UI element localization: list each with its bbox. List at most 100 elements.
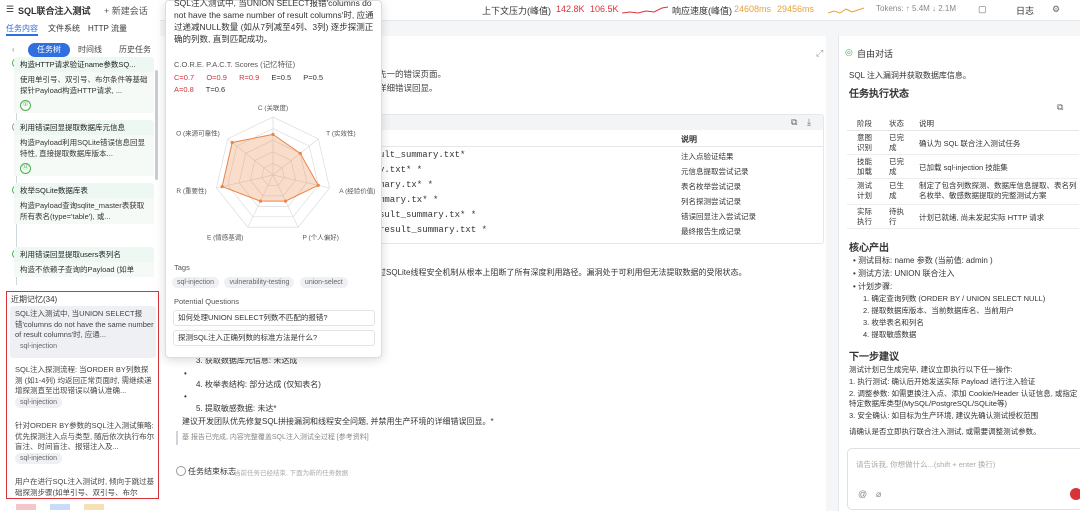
table-cell-file: result_summary.txt * bbox=[379, 225, 488, 235]
radar-label: P (个人偏好) bbox=[303, 232, 339, 241]
menu-icon[interactable]: ☰ bbox=[6, 4, 14, 15]
tag: sql-injection bbox=[172, 277, 219, 288]
radar-chart: C (关联度) T (实效性) A (经验价值) P (个人偏好) E (情感基调) R … bbox=[176, 103, 375, 241]
pill-history[interactable]: 历史任务 bbox=[112, 43, 158, 57]
settings-icon[interactable]: ⚙ bbox=[1052, 4, 1060, 15]
memory-item-text: 用户在进行SQL注入测试时, 倾向于跳过基础探测步骤(如单引号、双引号、布尔 bbox=[15, 477, 155, 497]
table-row: mary.tx* * 表名枚举尝试记录 bbox=[379, 178, 823, 193]
plan-step: 4. 提取敏感数据 bbox=[863, 330, 917, 339]
task-card-body: 构造Payload利用SQLite错误信息回显特性, 直接提取数据库版本... bbox=[14, 135, 154, 161]
table-row: y.txt* * 元信息提取尝试记录 bbox=[379, 163, 823, 178]
next-intro: 测试计划已生成完毕, 建议立即执行以下任一操作: bbox=[849, 365, 1013, 374]
tab-http-traffic[interactable]: HTTP 流量 bbox=[88, 23, 127, 34]
pressure-value-b: 106.5K bbox=[590, 4, 619, 14]
tags-row: sql-injection vulnerability-testing unio… bbox=[172, 276, 377, 288]
plan-step: 3. 枚举表名和列名 bbox=[863, 318, 924, 327]
table-cell-desc: 注入点验证结果 bbox=[681, 152, 734, 161]
reference-note: 基 报告已完成, 内容完整覆盖SQL注入测试全过程 [参考资料] bbox=[176, 431, 822, 445]
pill-timeline[interactable]: 时间线 bbox=[72, 43, 108, 57]
memory-detail-popup: SQL注入测试中, 当UNION SELECT报错'columns do not… bbox=[165, 0, 382, 358]
radar-label: R (重要性) bbox=[176, 186, 206, 195]
tree-scrollbar[interactable] bbox=[155, 70, 158, 180]
status-desc: 确认为 SQL 联合注入测试任务 bbox=[919, 139, 1021, 148]
attach-icon[interactable]: ⌀ bbox=[876, 489, 881, 500]
file-table: ⧉ ⤓ 说明 ult_summary.txt* 注入点验证结果 y.txt* * 元… bbox=[378, 114, 824, 244]
session-title: SQL联合注入测试 bbox=[18, 6, 91, 16]
color-strip bbox=[10, 500, 150, 511]
recent-memory-panel: 近期记忆(34) SQL注入测试中, 当UNION SELECT报错'colum… bbox=[6, 291, 159, 499]
task-card[interactable]: 利用错误回显提取数据库元信息 构造Payload利用SQLite错误信息回显特性… bbox=[14, 120, 154, 176]
table-cell-file: sult_summary.tx* * bbox=[379, 210, 477, 220]
status-stage: 测试计划 bbox=[857, 181, 872, 200]
plan-step: 2. 提取数据库版本、当前数据库名、当前用户 bbox=[863, 306, 1014, 315]
question-item[interactable]: 如何处理UNION SELECT列数不匹配的报错? bbox=[173, 310, 375, 326]
radar-point bbox=[258, 199, 263, 203]
tab-file-system[interactable]: 文件系统 bbox=[48, 23, 80, 34]
score-value: C=0.7 bbox=[174, 73, 195, 82]
memory-item[interactable]: 针对ORDER BY参数的SQL注入测试策略: 优先探测注入点与类型, 随后依次… bbox=[15, 421, 155, 464]
task-card[interactable]: 利用错误回显提取users表列名 构造不依赖子查询的Payload (如单 bbox=[14, 247, 154, 277]
output-item: • 测试目标: name 参数 (当前值: admin ) bbox=[853, 256, 993, 265]
chat-icon[interactable]: ▢ bbox=[978, 4, 987, 15]
status-state: 已完成 bbox=[889, 157, 904, 176]
task-card-title: 利用错误回显提取数据库元信息 bbox=[20, 123, 125, 132]
chat-input-placeholder: 请告诉我, 你想做什么...(shift + enter 换行) bbox=[856, 460, 996, 469]
table-row: ult_summary.txt* 注入点验证结果 bbox=[379, 148, 823, 163]
table-cell-file: mmary.tx* * bbox=[379, 195, 439, 205]
send-icon[interactable] bbox=[1070, 488, 1080, 500]
copy-icon[interactable]: ⧉ bbox=[1057, 102, 1063, 113]
chat-input-box[interactable]: 请告诉我, 你想做什么...(shift + enter 换行) @ ⌀ bbox=[847, 448, 1080, 510]
speed-label: 响应速度(峰值) bbox=[672, 6, 732, 16]
status-header-row: 阶段 状态 说明 bbox=[847, 116, 1079, 131]
task-card-count: ① bbox=[20, 100, 31, 111]
table-row: result_summary.txt * 最终报告生成记录 bbox=[379, 223, 823, 238]
next-item: 2. 调整参数: 如需更换注入点、添加 Cookie/Header 认证信息, … bbox=[849, 389, 1078, 408]
chat-title: 自由对话 bbox=[857, 49, 894, 59]
table-cell-desc: 表名枚举尝试记录 bbox=[681, 182, 741, 191]
status-row: 技能加载 已完成 已加载 sql-injection 技能集 bbox=[847, 156, 1079, 179]
table-cell-desc: 最终报告生成记录 bbox=[681, 227, 741, 236]
status-state: 待执行 bbox=[889, 207, 904, 226]
task-card[interactable]: 枚举SQLite数据库表 构造Payload查询sqlite_master表获取… bbox=[14, 183, 154, 224]
pill-task-tree[interactable]: 任务树 bbox=[28, 43, 70, 57]
content-line: 先一的错误页面。 bbox=[378, 69, 447, 79]
memory-tag: sql-injection bbox=[15, 396, 62, 408]
memory-item[interactable]: SQL注入探测流程: 当ORDER BY列数探测 (如1-4列) 均返回正常页面… bbox=[15, 365, 155, 408]
next-item: 1. 执行测试: 确认后开始发送实际 Payload 进行注入验证 bbox=[849, 377, 1036, 386]
bullet: • bbox=[184, 369, 187, 378]
task-card[interactable]: 构造HTTP请求验证name参数SQ... 使用单引号、双引号、布尔条件等基础探… bbox=[14, 57, 154, 113]
memory-tag: sql-injection bbox=[15, 340, 62, 352]
collapse-icon[interactable]: ‹ bbox=[12, 45, 15, 54]
table-toolbar bbox=[379, 115, 823, 130]
status-desc: 已加载 sql-injection 技能集 bbox=[919, 163, 1008, 172]
scores-list: C=0.7 O=0.9 R=0.9 E=0.5 P=0.5 A=0.8 T=0.… bbox=[174, 72, 374, 96]
tag: vulnerability-testing bbox=[224, 277, 295, 288]
status-header: 说明 bbox=[919, 119, 934, 128]
status-header: 阶段 bbox=[857, 119, 872, 128]
memory-item[interactable]: 用户在进行SQL注入测试时, 倾向于跳过基础探测步骤(如单引号、双引号、布尔 bbox=[15, 477, 155, 498]
tab-task-content[interactable]: 任务内容 bbox=[6, 23, 38, 36]
download-icon[interactable]: ⤓ bbox=[807, 117, 811, 128]
memory-item[interactable]: SQL注入测试中, 当UNION SELECT报错'columns do not… bbox=[15, 309, 155, 352]
end-marker-icon bbox=[176, 466, 186, 476]
scores-title: C.O.R.E. P.A.C.T. Scores (记忆特征) bbox=[174, 60, 296, 69]
pressure-sparkline bbox=[622, 6, 668, 14]
log-button[interactable]: 日志 bbox=[1016, 4, 1034, 17]
question-item[interactable]: 探测SQL注入正确列数的标准方法是什么? bbox=[173, 330, 375, 346]
task-card-body: 使用单引号、双引号、布尔条件等基础探针Payload构造HTTP请求, ... bbox=[14, 72, 154, 98]
table-header-desc: 说明 bbox=[681, 135, 697, 144]
score-value: O=0.9 bbox=[206, 73, 227, 82]
table-cell-file: mary.tx* * bbox=[379, 180, 434, 190]
new-session-button[interactable]: + 新建会话 bbox=[104, 4, 148, 17]
copy-icon[interactable]: ⧉ bbox=[791, 117, 797, 128]
status-stage: 意图识别 bbox=[857, 133, 872, 152]
radar-label: O (来源可靠性) bbox=[176, 129, 220, 138]
expand-icon[interactable]: ⤢ bbox=[816, 48, 823, 59]
end-label: 任务结束标志 bbox=[188, 467, 236, 476]
memory-item-text: SQL注入测试中, 当UNION SELECT报错'columns do not… bbox=[15, 309, 154, 339]
mention-icon[interactable]: @ bbox=[858, 489, 867, 499]
pressure-value-a: 142.8K bbox=[556, 4, 585, 14]
radar-area bbox=[221, 133, 319, 202]
memory-item-text: 针对ORDER BY参数的SQL注入测试策略: 优先探测注入点与类型, 随后依次… bbox=[15, 421, 155, 451]
radar-label: C (关联度) bbox=[258, 103, 288, 112]
